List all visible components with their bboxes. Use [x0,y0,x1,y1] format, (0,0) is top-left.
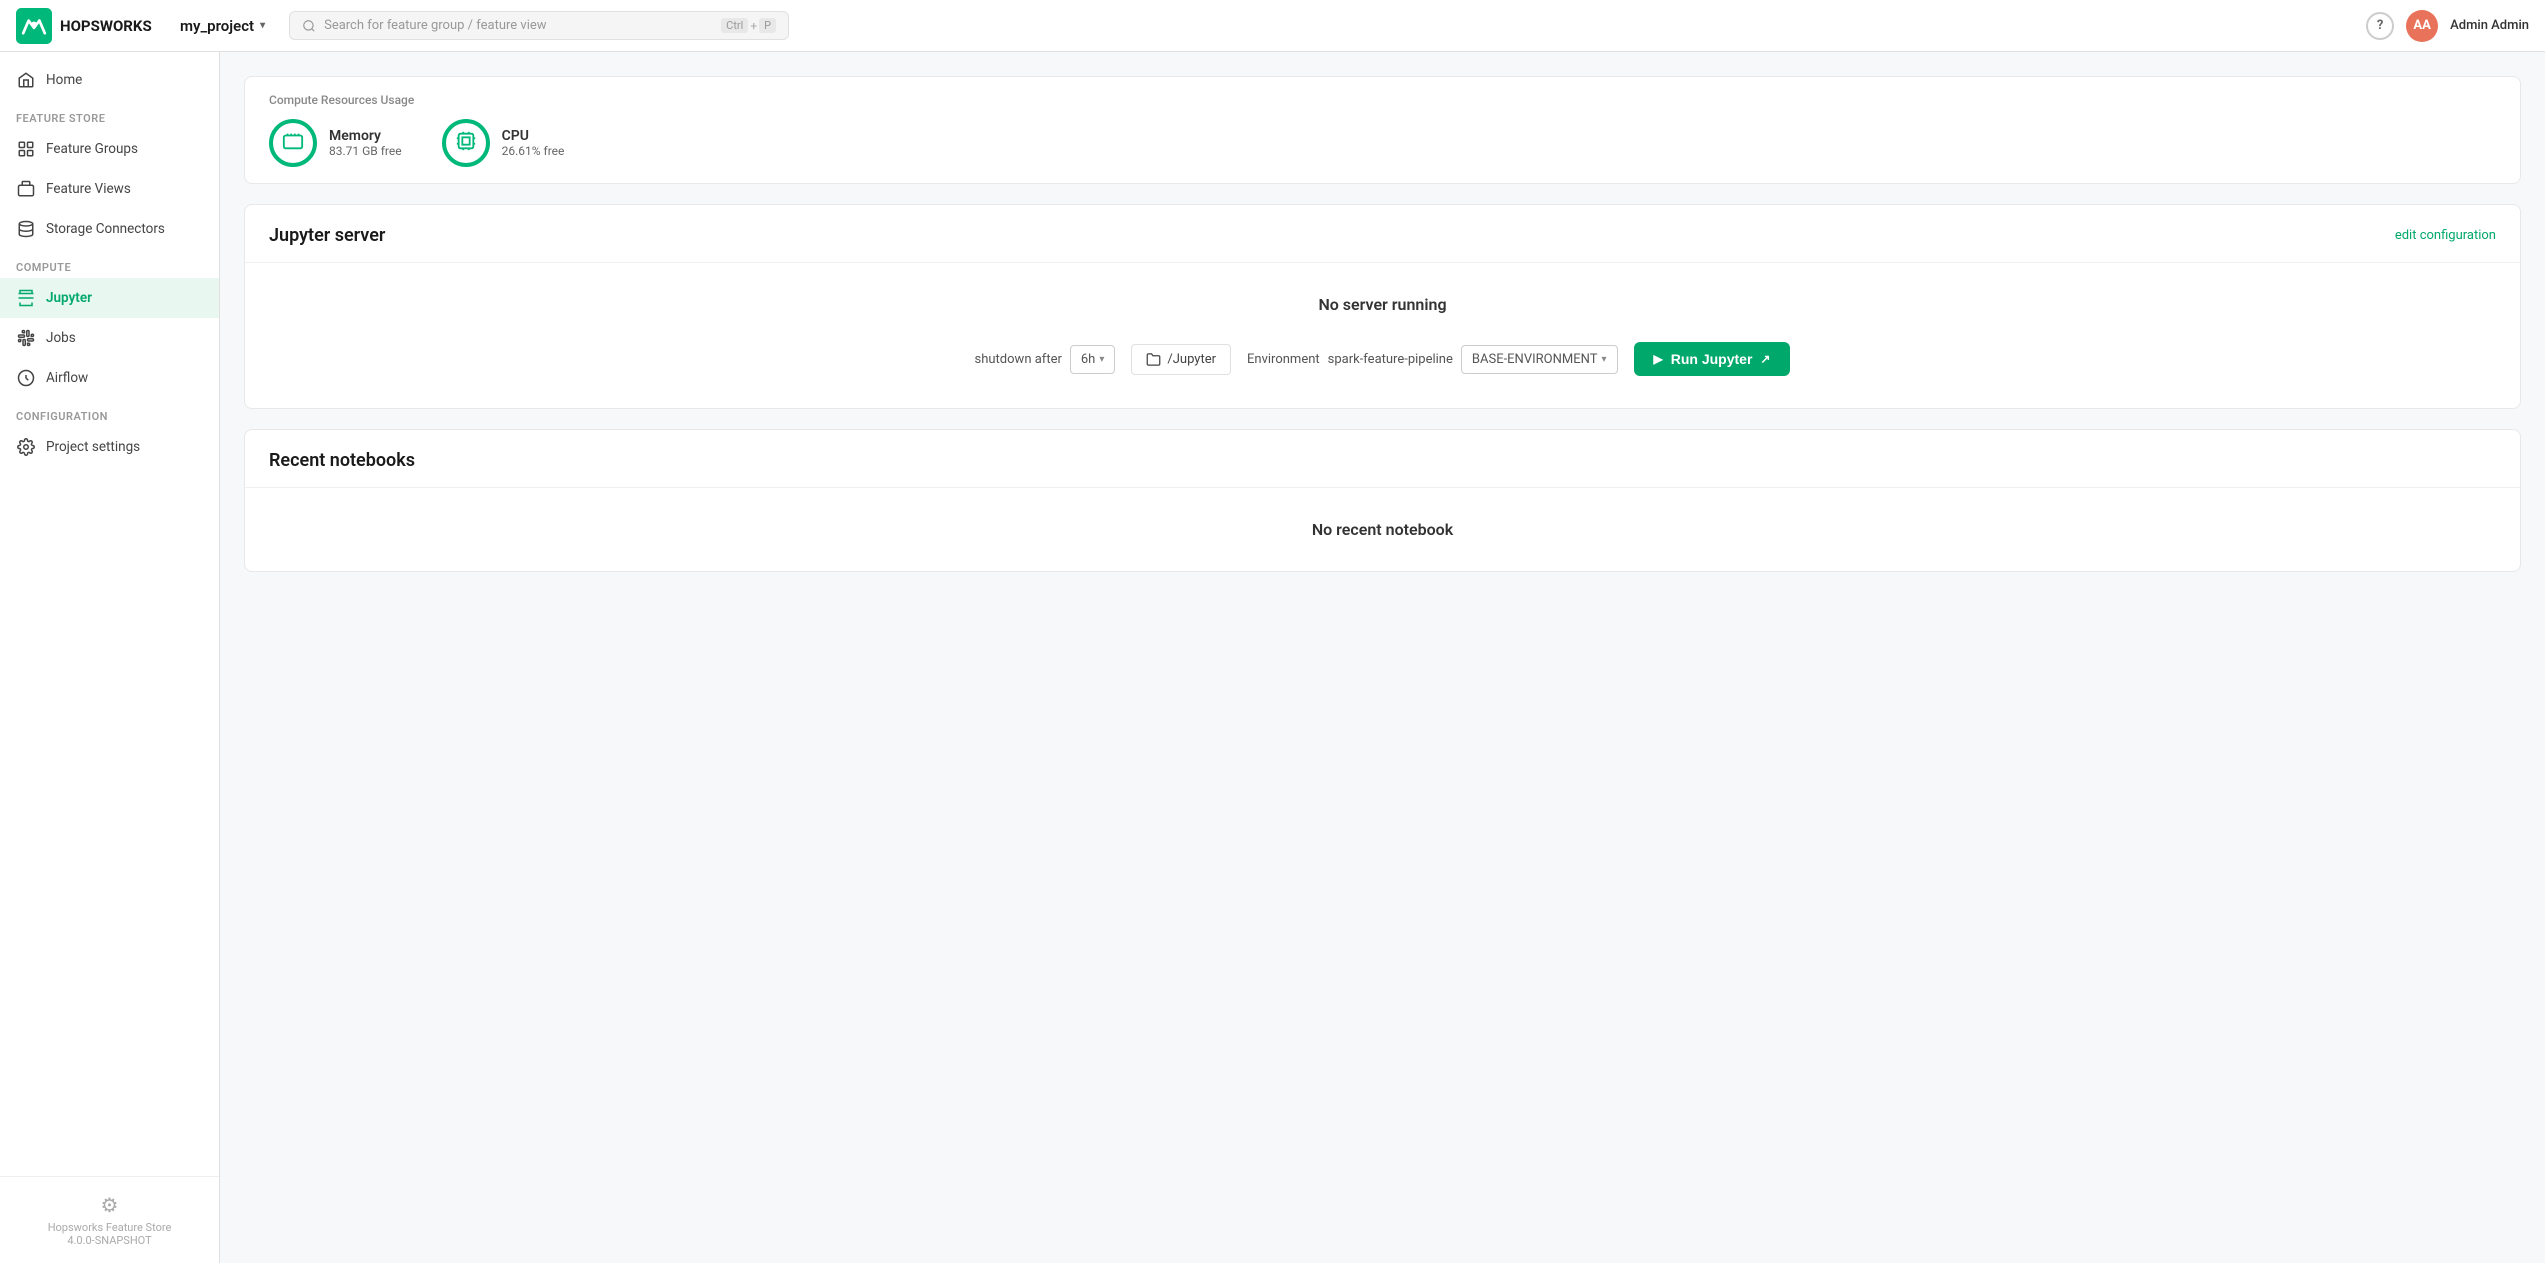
project-selector[interactable]: my_project ▾ [172,13,273,39]
environment-select-value: BASE-ENVIRONMENT [1472,352,1598,367]
no-server-message: No server running [269,295,2496,314]
sidebar-item-jobs[interactable]: Jobs [0,318,219,358]
hopsworks-logo-icon [16,8,52,44]
cpu-ring [442,119,490,167]
sidebar-item-jobs-label: Jobs [46,330,76,346]
compute-resources-title: Compute Resources Usage [269,93,2496,107]
configuration-section-label: Configuration [0,398,219,427]
environment-label: Environment [1247,352,1320,367]
shutdown-value: 6h [1081,352,1095,367]
search-placeholder: Search for feature group / feature view [324,18,546,33]
env-chevron-icon: ▾ [1601,354,1606,365]
folder-icon [1146,352,1161,367]
sidebar-item-airflow-label: Airflow [46,370,88,386]
jobs-icon [16,328,36,348]
admin-name: Admin Admin [2450,18,2529,33]
top-bar: HOPSWORKS my_project ▾ Search for featur… [0,0,2545,52]
compute-items: Memory 83.71 GB free [269,119,2496,167]
memory-label: Memory [329,128,402,144]
jupyter-icon [16,288,36,308]
server-content: No server running shutdown after 6h ▾ [245,263,2520,408]
no-notebooks-message: No recent notebook [269,520,2496,539]
help-button[interactable]: ? [2366,12,2394,40]
memory-icon [282,130,304,156]
memory-ring [269,119,317,167]
folder-button[interactable]: /Jupyter [1131,344,1231,375]
sidebar-nav: Home Feature Store Feature Groups [0,52,219,475]
environment-dropdown[interactable]: BASE-ENVIRONMENT ▾ [1461,345,1618,374]
sidebar: Home Feature Store Feature Groups [0,52,220,1263]
project-name: my_project [180,17,254,35]
edit-configuration-link[interactable]: edit configuration [2395,228,2496,243]
sidebar-item-feature-views-label: Feature Views [46,181,131,197]
search-bar[interactable]: Search for feature group / feature view … [289,11,789,40]
environment-control: Environment spark-feature-pipeline BASE-… [1247,345,1617,374]
sidebar-item-jupyter[interactable]: Jupyter [0,278,219,318]
folder-label: /Jupyter [1167,352,1216,367]
compute-section-label: Compute [0,249,219,278]
search-shortcut: Ctrl + P [721,18,776,33]
feature-views-icon [16,179,36,199]
search-icon [302,19,316,33]
recent-notebooks-header: Recent notebooks [245,430,2520,488]
cpu-value: 26.61% free [502,144,565,158]
recent-notebooks-title: Recent notebooks [269,450,415,471]
recent-notebooks-card: Recent notebooks No recent notebook [244,429,2521,572]
shutdown-dropdown[interactable]: 6h ▾ [1070,345,1116,374]
play-icon: ▶ [1654,352,1663,366]
shutdown-chevron-icon: ▾ [1099,354,1104,365]
shutdown-control: shutdown after 6h ▾ [975,345,1116,374]
settings-icon [16,437,36,457]
recent-notebooks-content: No recent notebook [245,488,2520,571]
sidebar-item-feature-groups[interactable]: Feature Groups [0,129,219,169]
memory-value: 83.71 GB free [329,144,402,158]
cpu-label: CPU [502,128,565,144]
main-content: Compute Resources Usage Memory [220,52,2545,1263]
memory-item: Memory 83.71 GB free [269,119,402,167]
server-controls: shutdown after 6h ▾ /Jupyter [269,342,2496,376]
run-jupyter-label: Run Jupyter [1671,351,1753,367]
environment-name: spark-feature-pipeline [1328,352,1453,367]
storage-connectors-icon [16,219,36,239]
top-bar-right: ? AA Admin Admin [2366,10,2529,42]
sidebar-item-storage-connectors[interactable]: Storage Connectors [0,209,219,249]
logo-text: HOPSWORKS [60,17,152,35]
memory-text: Memory 83.71 GB free [329,128,402,158]
feature-groups-icon [16,139,36,159]
chevron-down-icon: ▾ [260,20,265,31]
sidebar-bottom: ⚙ Hopsworks Feature Store 4.0.0-SNAPSHOT [0,1176,219,1263]
jupyter-server-card: Jupyter server edit configuration No ser… [244,204,2521,409]
logo-area: HOPSWORKS [16,8,156,44]
jupyter-server-header: Jupyter server edit configuration [245,205,2520,263]
sidebar-item-project-settings-label: Project settings [46,439,140,455]
sidebar-item-feature-views[interactable]: Feature Views [0,169,219,209]
sidebar-item-project-settings[interactable]: Project settings [0,427,219,467]
sidebar-item-storage-connectors-label: Storage Connectors [46,221,165,237]
jupyter-server-title: Jupyter server [269,225,385,246]
avatar: AA [2406,10,2438,42]
sidebar-item-home-label: Home [46,72,82,88]
compute-resources: Compute Resources Usage Memory [244,76,2521,184]
cpu-item: CPU 26.61% free [442,119,565,167]
sidebar-item-feature-groups-label: Feature Groups [46,141,138,157]
sidebar-bottom-version: 4.0.0-SNAPSHOT [16,1234,203,1247]
feature-store-label: Feature Store [0,100,219,129]
sidebar-item-jupyter-label: Jupyter [46,290,92,306]
home-icon [16,70,36,90]
cpu-text: CPU 26.61% free [502,128,565,158]
run-jupyter-button[interactable]: ▶ Run Jupyter ↗ [1634,342,1791,376]
sidebar-item-airflow[interactable]: Airflow [0,358,219,398]
run-jupyter-arrow-icon: ↗ [1760,352,1770,366]
airflow-icon [16,368,36,388]
sidebar-bottom-text: Hopsworks Feature Store [16,1221,203,1234]
sidebar-item-home[interactable]: Home [0,60,219,100]
cpu-icon [455,130,477,156]
hopsworks-bottom-icon: ⚙ [16,1193,203,1217]
shutdown-label: shutdown after [975,352,1062,367]
main-area: Home Feature Store Feature Groups [0,52,2545,1263]
